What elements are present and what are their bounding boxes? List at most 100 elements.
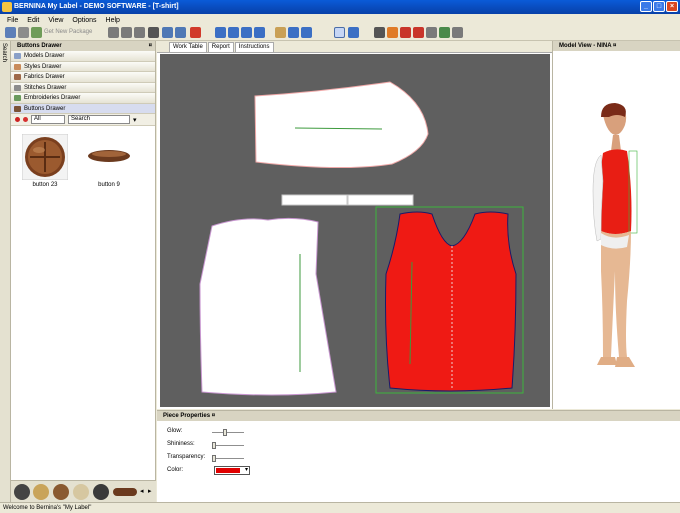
close-button[interactable]: × — [666, 1, 678, 12]
piece-properties-title-text: Piece Properties — [163, 413, 211, 419]
thumbnail-item[interactable] — [73, 484, 89, 500]
glow-label: Glow: — [167, 428, 183, 434]
menu-options[interactable]: Options — [72, 17, 96, 24]
item-label: button 9 — [98, 182, 120, 188]
fit-icon[interactable] — [121, 27, 132, 38]
thumbnail-item[interactable] — [93, 484, 109, 500]
drawer-stitches[interactable]: Stitches Drawer — [11, 82, 155, 93]
undo-icon[interactable] — [162, 27, 173, 38]
status-text: Welcome to Bernina's "My Label" — [3, 505, 92, 511]
3d-model-figure[interactable] — [553, 51, 680, 407]
refresh-icon[interactable] — [413, 27, 424, 38]
neckband-piece-right[interactable] — [347, 194, 414, 206]
dropdown-arrow-icon[interactable]: ▾ — [133, 116, 137, 124]
pan-icon[interactable] — [275, 27, 286, 38]
menu-edit[interactable]: Edit — [27, 17, 39, 24]
buttons-drawer-panel: Buttons Drawer ¤ Models Drawer Styles Dr… — [11, 41, 156, 502]
list-item[interactable]: button 9 — [85, 134, 133, 188]
menu-file[interactable]: File — [7, 17, 18, 24]
model-shirt — [599, 149, 632, 234]
rotate-left-icon[interactable] — [288, 27, 299, 38]
drawer-models[interactable]: Models Drawer — [11, 51, 155, 62]
neckband-piece-left[interactable] — [281, 194, 348, 206]
item-label: button 23 — [32, 182, 58, 188]
undo-package-icon[interactable] — [18, 27, 29, 38]
rotate-right-icon[interactable] — [301, 27, 312, 38]
menu-view[interactable]: View — [48, 17, 63, 24]
button-items: button 23 button 9 — [11, 126, 155, 456]
shininess-slider-knob[interactable] — [212, 442, 216, 449]
pin-icon[interactable]: ¤ — [149, 41, 152, 51]
scene-icon[interactable] — [374, 27, 385, 38]
transparency-label: Transparency: — [167, 454, 206, 460]
drawer-label: Buttons Drawer — [24, 105, 66, 112]
pin-icon[interactable]: ¤ — [212, 413, 215, 419]
get-new-package-button[interactable]: Get New Package — [44, 29, 92, 35]
glow-slider-knob[interactable] — [223, 429, 228, 436]
search-side-tab[interactable]: Search — [0, 41, 11, 502]
save-icon[interactable] — [5, 27, 16, 38]
zoom-fit-icon[interactable] — [241, 27, 252, 38]
color-label: Color: — [167, 467, 184, 473]
scroll-right-icon[interactable]: ▸ — [148, 487, 152, 495]
tab-work-table[interactable]: Work Table — [169, 42, 207, 52]
redo-icon[interactable] — [175, 27, 186, 38]
thumbnail-item[interactable] — [33, 484, 49, 500]
color-picker[interactable]: ▾ — [214, 466, 250, 475]
title-bar: BERNINA My Label - DEMO SOFTWARE - [T-sh… — [0, 0, 680, 14]
pin-icon[interactable]: ¤ — [613, 43, 616, 49]
list-item[interactable]: button 23 — [21, 133, 69, 188]
filter-stop-icon[interactable] — [23, 117, 28, 122]
thumbnail-item[interactable] — [53, 484, 69, 500]
grid-icon[interactable] — [148, 27, 159, 38]
toolbar: Get New Package — [0, 26, 680, 41]
tab-instructions[interactable]: Instructions — [234, 42, 274, 52]
mirror-icon[interactable] — [426, 27, 437, 38]
drawer-styles[interactable]: Styles Drawer — [11, 61, 155, 72]
print-icon[interactable] — [108, 27, 119, 38]
menu-help[interactable]: Help — [106, 17, 120, 24]
maximize-button[interactable]: □ — [653, 1, 665, 12]
light-icon[interactable] — [387, 27, 398, 38]
fullscreen-icon[interactable] — [134, 27, 145, 38]
package-icon[interactable] — [31, 27, 42, 38]
glow-slider[interactable] — [212, 429, 244, 436]
transparency-slider-knob[interactable] — [212, 455, 216, 462]
tab-report[interactable]: Report — [207, 42, 234, 52]
transparency-slider[interactable] — [212, 455, 244, 462]
zoom-in-icon[interactable] — [215, 27, 226, 38]
thumbnail-item[interactable] — [14, 484, 30, 500]
help-icon[interactable] — [190, 27, 201, 38]
drawer-buttons[interactable]: Buttons Drawer — [11, 103, 155, 114]
sleeve-piece[interactable] — [254, 81, 429, 169]
shininess-slider[interactable] — [212, 442, 244, 449]
minimize-button[interactable]: _ — [640, 1, 652, 12]
models-icon — [14, 53, 21, 59]
filter-red-dot-icon[interactable] — [15, 117, 20, 122]
print-preview-icon[interactable] — [452, 27, 463, 38]
work-table-canvas[interactable] — [160, 54, 550, 407]
drawer-label: Models Drawer — [24, 53, 65, 59]
fabrics-icon — [14, 74, 21, 80]
scroll-left-icon[interactable]: ◂ — [140, 487, 144, 495]
thumbnail-item[interactable] — [113, 488, 137, 496]
play-icon[interactable] — [400, 27, 411, 38]
drawer-embroideries[interactable]: Embroideries Drawer — [11, 93, 155, 104]
color-dropdown-icon[interactable]: ▾ — [245, 466, 248, 473]
model-feet — [597, 357, 635, 367]
back-piece[interactable] — [199, 217, 337, 396]
export-icon[interactable] — [439, 27, 450, 38]
grid-menu-icon[interactable] — [348, 27, 359, 38]
pointer-icon[interactable] — [334, 27, 345, 38]
drawer-fabrics[interactable]: Fabrics Drawer — [11, 72, 155, 83]
search-input[interactable]: Search — [68, 115, 130, 124]
model-neck — [611, 135, 621, 151]
drawer-label: Stitches Drawer — [24, 84, 67, 91]
filter-select[interactable]: All — [31, 115, 65, 124]
model-legs — [601, 231, 631, 357]
zoom-page-icon[interactable] — [254, 27, 265, 38]
zoom-out-icon[interactable] — [228, 27, 239, 38]
drawer-label: Embroideries Drawer — [24, 95, 81, 101]
front-piece-selected[interactable] — [385, 211, 517, 392]
search-tab-label: Search — [1, 43, 7, 63]
